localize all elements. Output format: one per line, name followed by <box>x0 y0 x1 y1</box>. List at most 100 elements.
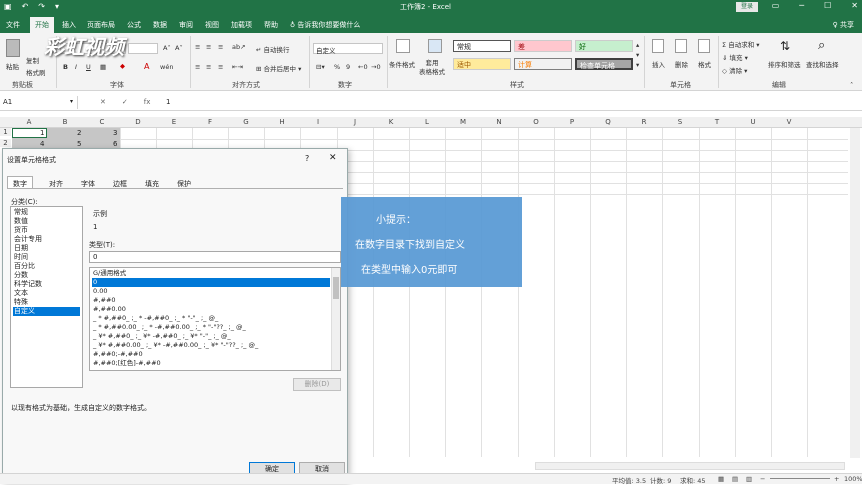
tab-addins[interactable]: 加载项 <box>231 20 252 30</box>
find-select-button[interactable]: 查找和选择 <box>806 59 839 69</box>
format-painter-button[interactable]: 格式刷 <box>26 67 46 77</box>
delete-cells-button[interactable]: 删除 <box>675 59 688 69</box>
styles-scroll-up-icon[interactable]: ▴ <box>636 41 639 49</box>
page-break-icon[interactable]: ▥ <box>746 475 752 483</box>
cell-a1[interactable]: 1 <box>40 129 44 137</box>
align-left-icon[interactable]: ≡ <box>195 63 200 71</box>
normal-view-icon[interactable]: ▦ <box>718 475 724 483</box>
align-top-icon[interactable]: ≡ <box>195 43 200 51</box>
cell-b1[interactable]: 2 <box>77 129 81 137</box>
list-item[interactable]: 日期 <box>13 244 80 253</box>
list-item[interactable]: 特殊 <box>13 298 80 307</box>
column-header[interactable]: D <box>120 118 156 126</box>
login-button[interactable]: 登录 <box>736 2 759 12</box>
bold-button[interactable]: B <box>63 63 68 71</box>
fill-color-icon[interactable]: ◆ <box>120 62 125 70</box>
number-format-select[interactable]: 自定义 <box>313 43 383 55</box>
autosum-button[interactable]: Σ 自动求和 ▾ <box>722 39 760 49</box>
share-button[interactable]: ♀ 共享 <box>833 20 854 30</box>
cell-b2[interactable]: 5 <box>77 140 81 148</box>
list-item[interactable]: _ ¥* #,##0_ ;_ ¥* -#,##0_ ;_ ¥* "-"_ ;_ … <box>92 332 330 341</box>
format-cells-icon[interactable] <box>698 39 710 53</box>
page-layout-icon[interactable]: ▤ <box>732 475 738 483</box>
align-bottom-icon[interactable]: ≡ <box>218 43 223 51</box>
list-item[interactable]: _ * #,##0.00_ ;_ * -#,##0.00_ ;_ * "-"??… <box>92 323 330 332</box>
column-header[interactable]: F <box>192 118 228 126</box>
search-icon[interactable]: ⌕ <box>818 38 825 53</box>
column-header[interactable]: T <box>699 118 735 126</box>
list-item[interactable]: #,##0;[红色]-#,##0 <box>92 359 330 368</box>
list-item[interactable]: _ ¥* #,##0.00_ ;_ ¥* -#,##0.00_ ;_ ¥* "-… <box>92 341 330 350</box>
type-input[interactable]: 0 <box>89 251 341 263</box>
column-header[interactable]: S <box>662 118 698 126</box>
column-header[interactable]: V <box>771 118 807 126</box>
list-item-selected[interactable]: 自定义 <box>13 307 80 316</box>
list-item[interactable]: #,##0.00 <box>92 305 330 314</box>
redo-icon[interactable]: ↷ <box>38 2 45 11</box>
list-item[interactable]: 科学记数 <box>13 280 80 289</box>
maximize-icon[interactable]: ☐ <box>824 1 831 10</box>
help-icon[interactable]: ? <box>305 154 309 163</box>
sort-filter-button[interactable]: 排序和筛选 <box>768 59 801 69</box>
list-item[interactable]: 百分比 <box>13 262 80 271</box>
list-item-selected[interactable]: 0 <box>92 278 330 287</box>
comma-icon[interactable]: 9 <box>346 63 350 71</box>
delete-button[interactable]: 删除(D) <box>293 378 341 391</box>
styles-scroll-down-icon[interactable]: ▾ <box>636 51 639 59</box>
format-list[interactable]: G/通用格式 0 0.00 #,##0 #,##0.00 _ * #,##0_ … <box>89 267 341 371</box>
row-header[interactable]: 2 <box>0 139 11 147</box>
grow-font-icon[interactable]: A˄ <box>163 44 171 52</box>
zoom-in-icon[interactable]: + <box>834 475 839 483</box>
column-header[interactable]: A <box>11 118 47 126</box>
table-format-button[interactable]: 套用 表格格式 <box>419 59 445 77</box>
zoom-slider[interactable] <box>770 478 830 479</box>
column-header[interactable]: N <box>481 118 517 126</box>
align-center-icon[interactable]: ≡ <box>206 63 211 71</box>
clear-button[interactable]: ◇ 清除 ▾ <box>722 65 747 75</box>
percent-button[interactable]: % <box>334 63 340 71</box>
insert-function-icon[interactable]: fx <box>144 98 151 106</box>
insert-cells-button[interactable]: 插入 <box>652 59 665 69</box>
zoom-level[interactable]: 100% <box>844 475 862 483</box>
tell-me-box[interactable]: ♁ 告诉我你想要做什么 <box>290 20 360 30</box>
wrap-text-button[interactable]: ↵ 自动换行 <box>256 44 290 54</box>
category-list[interactable]: 常规 数值 货币 会计专用 日期 时间 百分比 分数 科学记数 文本 特殊 自定… <box>10 206 83 388</box>
styles-more-icon[interactable]: ▾ <box>636 61 639 69</box>
underline-button[interactable]: U <box>86 63 91 71</box>
undo-icon[interactable]: ↶ <box>22 2 29 11</box>
merge-center-button[interactable]: ⊞ 合并后居中 ▾ <box>256 63 301 73</box>
paste-label[interactable]: 粘贴 <box>6 61 19 71</box>
align-middle-icon[interactable]: ≡ <box>206 43 211 51</box>
list-item[interactable]: 货币 <box>13 226 80 235</box>
list-item[interactable]: 会计专用 <box>13 235 80 244</box>
customize-icon[interactable]: ▾ <box>55 2 59 11</box>
column-header[interactable]: Q <box>590 118 626 126</box>
column-header[interactable]: R <box>626 118 662 126</box>
tab-file[interactable]: 文件 <box>6 20 20 30</box>
style-normal[interactable]: 常规 <box>453 40 511 52</box>
list-item[interactable]: 数值 <box>13 217 80 226</box>
name-box-dropdown-icon[interactable]: ▾ <box>70 98 73 105</box>
collapse-ribbon-icon[interactable]: ˄ <box>850 81 853 89</box>
list-item[interactable]: _ * #,##0_ ;_ * -#,##0_ ;_ * "-"_ ;_ @_ <box>92 314 330 323</box>
sort-filter-icon[interactable]: ⇅ <box>780 39 790 53</box>
fill-button[interactable]: ⇓ 填充 ▾ <box>722 52 748 62</box>
format-cells-button[interactable]: 格式 <box>698 59 711 69</box>
formula-input[interactable]: 1 <box>166 98 170 106</box>
minimize-icon[interactable]: ─ <box>799 1 804 10</box>
list-item[interactable]: 分数 <box>13 271 80 280</box>
column-header[interactable]: H <box>264 118 300 126</box>
orientation-icon[interactable]: ab↗ <box>232 43 246 51</box>
phonetic-icon[interactable]: wén <box>160 63 173 71</box>
delete-cells-icon[interactable] <box>675 39 687 53</box>
column-header[interactable]: E <box>156 118 192 126</box>
save-icon[interactable]: ▣ <box>4 2 12 11</box>
decrease-decimal-icon[interactable]: →0 <box>371 63 381 71</box>
align-right-icon[interactable]: ≡ <box>218 63 223 71</box>
column-header[interactable]: O <box>518 118 554 126</box>
close-icon[interactable]: ✕ <box>851 1 858 10</box>
list-item[interactable]: G/通用格式 <box>92 269 330 278</box>
vertical-scrollbar[interactable] <box>850 128 860 458</box>
row-header[interactable]: 1 <box>0 128 11 136</box>
font-size-select[interactable] <box>128 43 158 54</box>
